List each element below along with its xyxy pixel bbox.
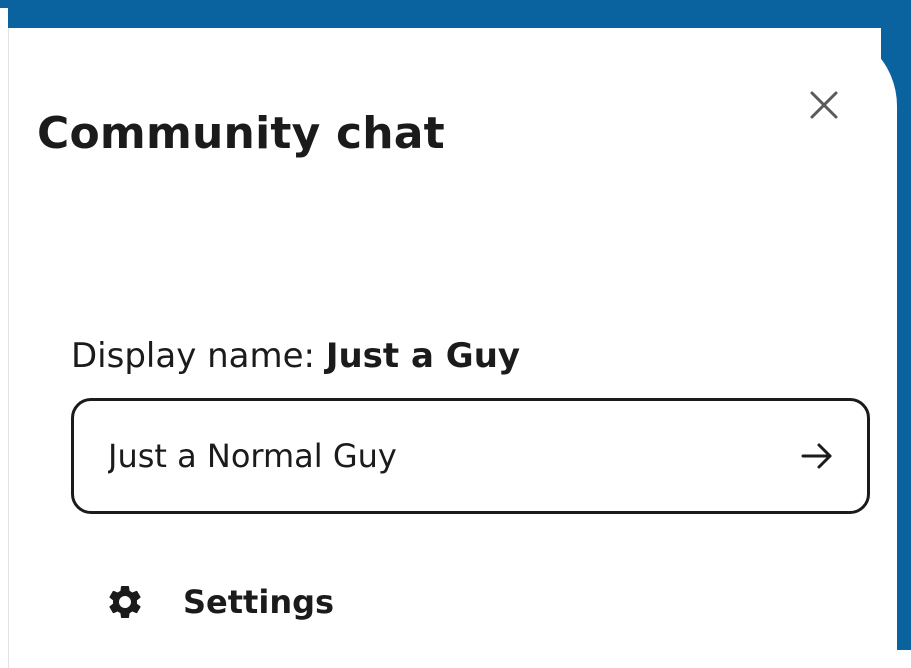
panel-title: Community chat: [37, 108, 445, 159]
display-name-label: Display name:: [71, 336, 316, 376]
display-name-value: Just a Guy: [325, 336, 521, 376]
close-icon: [810, 91, 838, 119]
display-name-row: Display name: Just a Guy: [71, 336, 520, 376]
display-name-field: [71, 398, 870, 514]
header-band: [0, 0, 911, 28]
close-button[interactable]: [805, 86, 843, 124]
settings-menu-item[interactable]: Settings: [103, 580, 334, 624]
settings-label: Settings: [183, 583, 335, 621]
community-chat-panel: Community chat Display name: Just a Guy …: [8, 28, 897, 668]
arrow-right-icon: [801, 443, 832, 469]
submit-name-button[interactable]: [795, 434, 839, 478]
display-name-input[interactable]: [108, 437, 795, 475]
gear-icon: [103, 580, 147, 624]
left-edge: [0, 8, 8, 650]
